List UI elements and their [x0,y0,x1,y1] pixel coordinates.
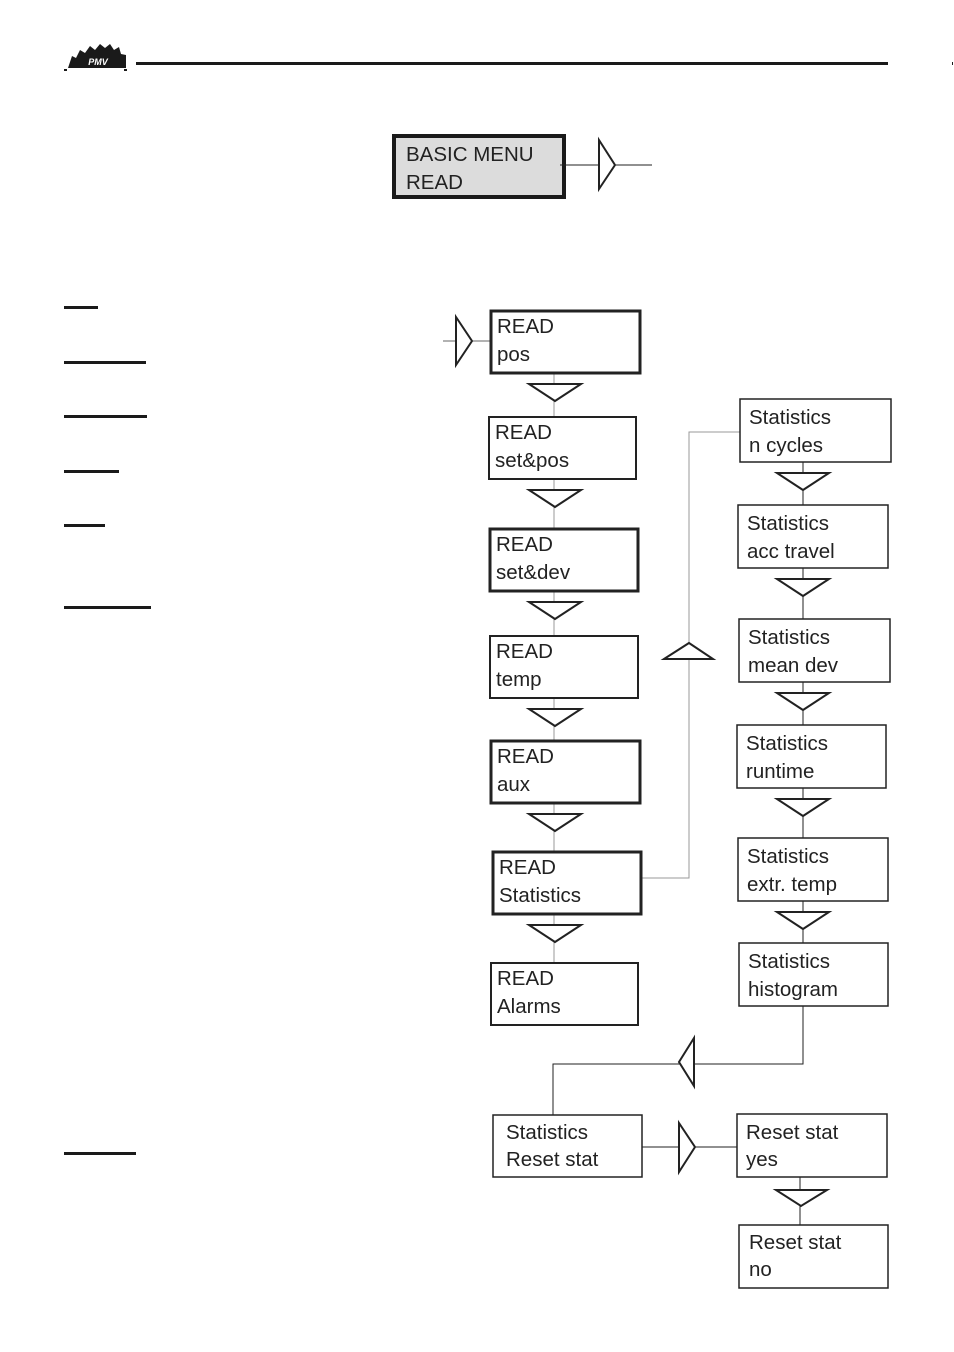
reset-stat-line1: Statistics [506,1121,588,1144]
read-box-line1: READ [499,856,556,879]
arrow-right-icon [678,1119,697,1176]
read-box-line2: set&pos [495,449,569,472]
read-box-line2: pos [497,343,530,366]
statistics-menu-box[interactable]: Statistics mean dev [738,618,891,683]
arrow-right-icon [598,136,617,193]
pmv-logo: PMV [64,44,127,71]
arrow-left-icon [677,1034,695,1090]
reset-stat-line2: Reset stat [506,1148,599,1171]
heading-bar [64,415,147,418]
stat-box-line2: histogram [748,978,838,1001]
stat-box-line1: Statistics [747,512,829,535]
arrow-down-icon [772,1189,831,1208]
reset-stat-no-box[interactable]: Reset stat no [738,1224,889,1289]
stat-box-line2: runtime [746,760,814,783]
arrow-down-icon [525,601,585,621]
stat-box-line2: acc travel [747,540,835,563]
read-box-line2: temp [496,668,542,691]
read-box-line2: set&dev [496,561,571,584]
arrow-up-icon [660,641,717,660]
reset-no-line1: Reset stat [749,1231,842,1254]
header-rule [136,62,888,65]
stat-box-line2: n cycles [749,434,823,457]
read-box-line2: Alarms [497,995,561,1018]
reset-yes-line2: yes [746,1148,778,1171]
read-box-line1: READ [496,533,553,556]
logo-text: PMV [88,57,109,67]
read-box-line2: aux [497,773,531,796]
read-box-line1: READ [495,421,552,444]
stat-box-line1: Statistics [748,626,830,649]
statistics-menu-box[interactable]: Statistics runtime [736,724,887,789]
arrow-down-icon [773,472,833,492]
reset-stat-yes-box[interactable]: Reset stat yes [736,1113,888,1178]
heading-bar [64,470,119,473]
statistics-menu-box[interactable]: Statistics n cycles [739,398,892,463]
heading-bar [64,1152,136,1155]
read-menu-box[interactable]: READ set&pos [488,416,637,480]
stat-box-line2: mean dev [748,654,839,677]
stat-box-line1: Statistics [749,406,831,429]
left-heading-bars [64,306,151,1155]
root-menu-line1: BASIC MENU [406,143,534,166]
read-menu-box[interactable]: READ aux [489,739,642,805]
heading-bar [64,606,151,609]
arrow-down-icon [773,798,833,818]
root-menu-line2: READ [406,171,463,194]
heading-bar [64,361,146,364]
statistics-menu-box[interactable]: Statistics extr. temp [737,837,889,902]
read-box-line1: READ [497,745,554,768]
arrow-down-icon [773,911,833,931]
statistics-menu-box[interactable]: Statistics acc travel [737,504,889,569]
read-box-line1: READ [497,315,554,338]
arrow-down-icon [773,578,833,598]
statistics-menu-box[interactable]: Statistics histogram [738,942,889,1007]
arrow-down-icon [525,813,585,833]
read-menu-box[interactable]: READ Statistics [491,850,643,916]
heading-bar [64,306,98,309]
edge-mark [952,62,953,65]
reset-yes-line1: Reset stat [746,1121,839,1144]
read-box-line2: Statistics [499,884,581,907]
read-menu-box[interactable]: READ temp [489,635,639,699]
read-menu-box[interactable]: READ pos [489,309,642,375]
root-menu-box[interactable]: BASIC MENU READ [392,134,566,199]
arrow-down-icon [525,489,585,509]
read-box-line1: READ [496,640,553,663]
stat-box-line1: Statistics [747,845,829,868]
heading-bar [64,524,105,527]
menu-flowchart: PMV BASIC MENU READ READposREADset&posRE… [64,44,953,1289]
arrow-down-icon [525,383,585,403]
arrow-right-icon [455,313,474,369]
reset-no-line2: no [749,1258,772,1281]
arrow-down-icon [773,692,833,712]
stat-box-line1: Statistics [746,732,828,755]
arrow-down-icon [525,708,585,728]
read-menu-box[interactable]: READ Alarms [490,962,639,1026]
reset-stat-box[interactable]: Statistics Reset stat [492,1114,643,1178]
read-menu-box[interactable]: READ set&dev [488,527,640,593]
read-box-line1: READ [497,967,554,990]
stat-box-line1: Statistics [748,950,830,973]
arrow-down-icon [525,924,585,944]
stat-box-line2: extr. temp [747,873,837,896]
